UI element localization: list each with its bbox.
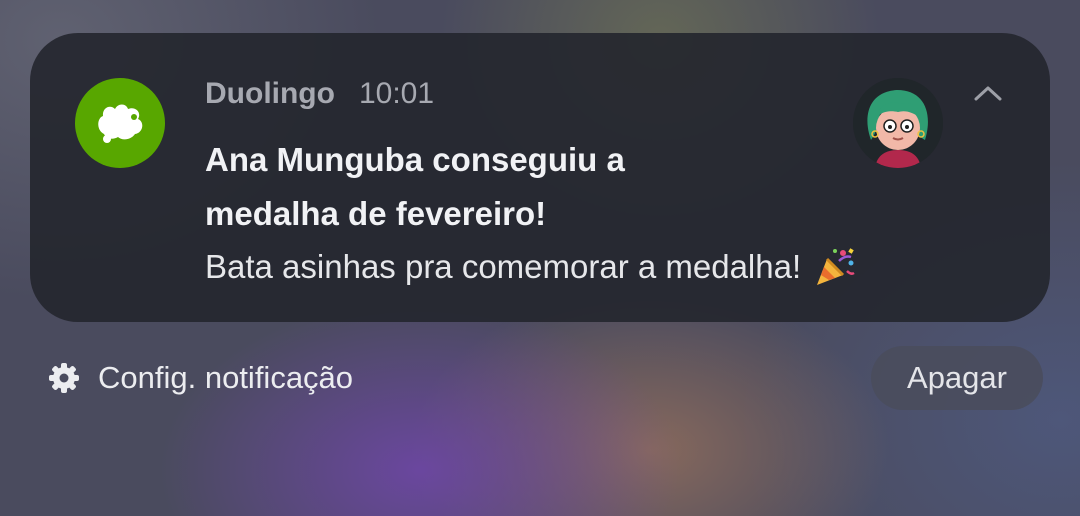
party-popper-icon: [817, 248, 855, 285]
notification-title: Ana Munguba conseguiu a medalha de fever…: [205, 141, 625, 232]
notification-time: 10:01: [358, 77, 435, 110]
duolingo-app-icon: [75, 78, 165, 168]
avatar-illustration: [853, 78, 943, 168]
app-name: Duolingo: [205, 77, 335, 110]
settings-label: Config. notificação: [98, 360, 354, 395]
notification-card[interactable]: Duolingo 10:01 Ana Munguba conseguiu a m…: [30, 33, 1050, 322]
notification-body-line: Bata asinhas pra comemorar a medalha!: [205, 240, 857, 294]
user-avatar[interactable]: [853, 78, 943, 168]
gear-icon: [49, 363, 79, 393]
notification-settings-link[interactable]: Config. notificação: [48, 346, 353, 410]
notification-header: Duolingo 10:01: [205, 77, 434, 111]
collapse-button[interactable]: [967, 78, 1009, 108]
duolingo-owl-icon: [98, 104, 143, 143]
clear-button[interactable]: Apagar: [871, 346, 1043, 410]
chevron-up-icon: [974, 86, 1002, 101]
notification-body: Bata asinhas pra comemorar a medalha!: [205, 248, 802, 285]
